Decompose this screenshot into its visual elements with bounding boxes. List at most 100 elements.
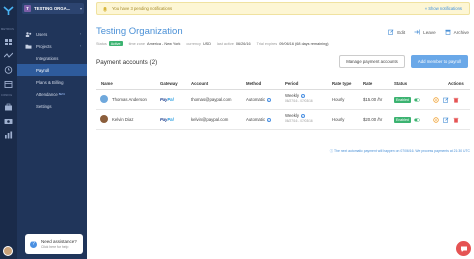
sidebar-item-users[interactable]: Users › [17,28,87,40]
method-value: Automatic i [246,97,272,102]
header-actions: Edit Leave Archive [379,29,469,35]
users-icon [25,31,32,37]
chevron-right-icon: › [79,32,81,36]
timesheet-icon[interactable] [4,66,13,74]
dashboard-icon[interactable] [4,38,13,46]
rate-value: $15.00 /hr [363,97,383,102]
paypal-logo-part-b: Pal [167,117,174,122]
icon-rail: METRICS CONFIG [0,0,17,259]
sidebar-item-label: Attendance [36,91,58,97]
org-name: TESTING ORGA... [34,6,71,11]
leave-icon [414,29,420,35]
account-email: thomas@paypal.com [191,97,232,102]
reports-icon[interactable] [4,131,13,139]
briefcase-icon[interactable] [4,103,13,111]
edit-icon[interactable] [443,117,449,123]
sidebar-item-label: Users [36,31,48,37]
timezone-label: time zone [128,41,146,46]
info-icon[interactable]: i [300,93,306,98]
nav-spacer [25,104,32,109]
activity-icon[interactable] [4,52,13,60]
app-logo-icon[interactable] [3,5,14,16]
help-widget[interactable]: ? Need assistance? Click here for help [25,234,83,254]
archive-label: Archive [453,29,469,35]
sidebar-item-attendance[interactable]: Attendance BETA [17,88,87,100]
sidebar-item-plans-billing[interactable]: Plans & Billing [17,76,87,88]
bell-icon [103,6,107,12]
sidebar-item-label: Settings [36,103,52,109]
sidebar-item-integrations[interactable]: Integrations [17,52,87,64]
sidebar-nav: Users › Projects › Integrations Payroll … [17,28,87,112]
org-switcher[interactable]: T TESTING ORGA... ▾ [22,3,84,14]
chat-icon [460,246,467,252]
col-gateway: Gateway [160,81,178,86]
manage-payment-accounts-button[interactable]: Manage payment accounts [339,55,405,68]
col-status: Status [394,81,408,86]
nav-spacer [25,68,32,73]
add-member-to-payroll-button[interactable]: Add member to payroll [411,55,468,68]
show-notifications-link[interactable]: « Show notifications [425,6,462,11]
trash-icon[interactable] [453,97,459,103]
archive-button[interactable]: Archive [445,29,469,35]
money-icon[interactable] [4,117,13,125]
leave-button[interactable]: Leave [414,29,436,35]
calendar-icon[interactable] [4,80,13,88]
sidebar-item-label: Plans & Billing [36,79,64,85]
chevron-down-icon: ▾ [79,6,82,11]
chevron-right-icon: › [79,44,81,48]
account-email: kelvin@paypal.com [191,117,229,122]
org-badge: T [24,5,31,12]
sidebar-item-settings[interactable]: Settings [17,100,87,112]
settings-icon[interactable] [433,97,439,103]
nav-spacer [25,56,32,61]
sidebar: T TESTING ORGA... ▾ Users › Projects › I… [17,0,87,259]
sidebar-item-label: Integrations [36,55,59,61]
edit-label: Edit [397,29,406,35]
member-name[interactable]: Thomas Anderson [112,97,147,102]
table-header: Name Gateway Account Method Period Rate … [96,76,470,90]
chat-button[interactable] [456,241,471,256]
help-subtitle: Click here for help [41,245,69,249]
toggle-icon[interactable] [414,117,420,123]
table-row: Thomas Anderson PayPal thomas@paypal.com… [96,90,470,110]
info-icon[interactable]: i [266,97,272,102]
edit-button[interactable]: Edit [388,29,405,35]
col-actions: Actions [448,81,464,86]
paypal-logo: PayPal [160,117,174,122]
method-text: Automatic [246,117,266,122]
footnote-text: The next automatic payment will happen o… [333,149,470,153]
toggle-icon[interactable] [414,97,420,103]
sidebar-item-projects[interactable]: Projects › [17,40,87,52]
col-name: Name [101,81,113,86]
edit-icon [388,29,394,35]
rate-type-value: Hourly [332,117,345,122]
edit-icon[interactable] [443,97,449,103]
trash-icon[interactable] [453,117,459,123]
notification-text: You have 3 pending notifications [112,6,173,11]
user-avatar[interactable] [3,246,13,256]
info-icon[interactable]: i [300,113,306,118]
archive-icon [445,29,451,35]
help-icon: ? [30,240,37,248]
status-badge: Active [108,41,123,46]
member-name[interactable]: Kelvin Diaz [112,117,134,122]
last-active-value: 06/26/16 [235,41,251,46]
col-account: Account [191,81,209,86]
timezone-value: America - New York [147,41,181,46]
leave-label: Leave [423,29,436,35]
status-badge: Enabled [394,96,411,103]
payment-accounts-table: Name Gateway Account Method Period Rate … [96,76,470,130]
page-title: Testing Organization [96,26,183,37]
folder-icon [25,44,32,49]
col-rate-type: Rate type [332,81,352,86]
trial-value: 09/06/16 (68 days remaining) [279,41,329,46]
payment-footnote: ⓘ The next automatic payment will happen… [96,148,470,153]
beta-badge: BETA [58,92,66,96]
payment-accounts-title: Payment accounts (2) [96,59,158,66]
period-value: Weekly [285,93,300,98]
info-icon[interactable]: i [266,117,272,122]
trial-label: Trial expires [256,41,278,46]
currency-label: currency [186,41,201,46]
settings-icon[interactable] [433,117,439,123]
sidebar-item-payroll[interactable]: Payroll [17,64,87,76]
